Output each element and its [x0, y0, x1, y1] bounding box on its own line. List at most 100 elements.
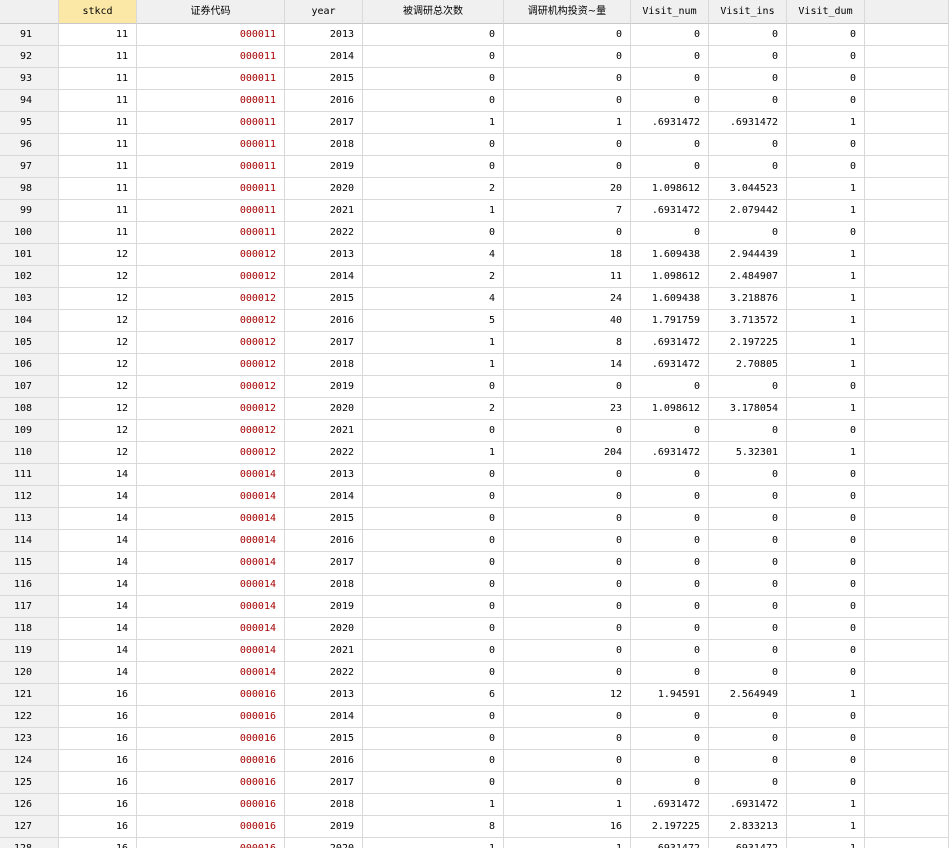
cell-visit-dum[interactable]: 1: [787, 684, 865, 706]
row-number[interactable]: 125: [0, 772, 59, 794]
cell-stkcd[interactable]: 16: [59, 816, 137, 838]
cell-visit-num[interactable]: 0: [631, 464, 709, 486]
cell-visit-ins[interactable]: 0: [709, 662, 787, 684]
cell-visit-ins[interactable]: 2.197225: [709, 332, 787, 354]
cell-year[interactable]: 2017: [285, 552, 363, 574]
cell-institution-count[interactable]: 0: [504, 376, 631, 398]
cell-visit-dum[interactable]: 1: [787, 310, 865, 332]
cell-stock-code[interactable]: 000014: [137, 574, 285, 596]
row-number[interactable]: 119: [0, 640, 59, 662]
cell-total-visits[interactable]: 1: [363, 794, 504, 816]
row-number[interactable]: 128: [0, 838, 59, 848]
cell-visit-ins[interactable]: 2.944439: [709, 244, 787, 266]
cell-visit-dum[interactable]: 1: [787, 816, 865, 838]
cell-year[interactable]: 2020: [285, 838, 363, 848]
cell-visit-num[interactable]: .6931472: [631, 442, 709, 464]
cell-visit-dum[interactable]: 0: [787, 552, 865, 574]
cell-year[interactable]: 2014: [285, 46, 363, 68]
cell-visit-ins[interactable]: .6931472: [709, 838, 787, 848]
cell-total-visits[interactable]: 0: [363, 486, 504, 508]
cell-visit-dum[interactable]: 0: [787, 420, 865, 442]
cell-stkcd[interactable]: 14: [59, 618, 137, 640]
cell-visit-num[interactable]: 2.197225: [631, 816, 709, 838]
row-number[interactable]: 123: [0, 728, 59, 750]
cell-stock-code[interactable]: 000011: [137, 222, 285, 244]
row-number[interactable]: 110: [0, 442, 59, 464]
row-number[interactable]: 113: [0, 508, 59, 530]
cell-total-visits[interactable]: 4: [363, 244, 504, 266]
column-header-visit-num[interactable]: Visit_num: [631, 0, 709, 24]
cell-stkcd[interactable]: 14: [59, 596, 137, 618]
cell-institution-count[interactable]: 0: [504, 552, 631, 574]
row-number[interactable]: 96: [0, 134, 59, 156]
cell-visit-num[interactable]: 0: [631, 662, 709, 684]
cell-stock-code[interactable]: 000014: [137, 640, 285, 662]
cell-institution-count[interactable]: 8: [504, 332, 631, 354]
cell-institution-count[interactable]: 1: [504, 794, 631, 816]
cell-stkcd[interactable]: 14: [59, 640, 137, 662]
cell-visit-dum[interactable]: 1: [787, 398, 865, 420]
row-number[interactable]: 118: [0, 618, 59, 640]
cell-stock-code[interactable]: 000011: [137, 156, 285, 178]
cell-year[interactable]: 2018: [285, 134, 363, 156]
cell-year[interactable]: 2016: [285, 310, 363, 332]
cell-year[interactable]: 2014: [285, 486, 363, 508]
cell-visit-ins[interactable]: 0: [709, 24, 787, 46]
row-number[interactable]: 115: [0, 552, 59, 574]
cell-visit-dum[interactable]: 0: [787, 574, 865, 596]
row-number[interactable]: 106: [0, 354, 59, 376]
cell-stock-code[interactable]: 000012: [137, 354, 285, 376]
cell-stock-code[interactable]: 000014: [137, 508, 285, 530]
cell-visit-dum[interactable]: 0: [787, 508, 865, 530]
row-number[interactable]: 93: [0, 68, 59, 90]
row-number[interactable]: 105: [0, 332, 59, 354]
cell-stkcd[interactable]: 16: [59, 750, 137, 772]
cell-stkcd[interactable]: 12: [59, 354, 137, 376]
row-number[interactable]: 127: [0, 816, 59, 838]
cell-total-visits[interactable]: 0: [363, 728, 504, 750]
cell-total-visits[interactable]: 0: [363, 750, 504, 772]
row-number[interactable]: 102: [0, 266, 59, 288]
cell-year[interactable]: 2021: [285, 420, 363, 442]
cell-stock-code[interactable]: 000016: [137, 794, 285, 816]
row-number[interactable]: 121: [0, 684, 59, 706]
cell-stock-code[interactable]: 000011: [137, 200, 285, 222]
cell-total-visits[interactable]: 0: [363, 24, 504, 46]
cell-year[interactable]: 2020: [285, 398, 363, 420]
column-header-visit-dum[interactable]: Visit_dum: [787, 0, 865, 24]
row-number[interactable]: 94: [0, 90, 59, 112]
cell-stkcd[interactable]: 14: [59, 508, 137, 530]
cell-institution-count[interactable]: 1: [504, 112, 631, 134]
cell-stock-code[interactable]: 000011: [137, 112, 285, 134]
cell-visit-dum[interactable]: 0: [787, 376, 865, 398]
cell-stkcd[interactable]: 16: [59, 772, 137, 794]
cell-institution-count[interactable]: 23: [504, 398, 631, 420]
row-number[interactable]: 108: [0, 398, 59, 420]
cell-year[interactable]: 2015: [285, 728, 363, 750]
cell-stock-code[interactable]: 000011: [137, 90, 285, 112]
cell-visit-ins[interactable]: 2.70805: [709, 354, 787, 376]
cell-institution-count[interactable]: 0: [504, 728, 631, 750]
cell-stock-code[interactable]: 000014: [137, 530, 285, 552]
cell-visit-ins[interactable]: 0: [709, 420, 787, 442]
cell-stkcd[interactable]: 12: [59, 442, 137, 464]
cell-visit-dum[interactable]: 0: [787, 596, 865, 618]
column-header-visit-ins[interactable]: Visit_ins: [709, 0, 787, 24]
cell-visit-dum[interactable]: 1: [787, 200, 865, 222]
row-number[interactable]: 114: [0, 530, 59, 552]
cell-visit-num[interactable]: 0: [631, 618, 709, 640]
cell-stock-code[interactable]: 000016: [137, 728, 285, 750]
cell-visit-num[interactable]: .6931472: [631, 332, 709, 354]
cell-stock-code[interactable]: 000011: [137, 46, 285, 68]
cell-visit-dum[interactable]: 0: [787, 222, 865, 244]
cell-stkcd[interactable]: 12: [59, 332, 137, 354]
cell-total-visits[interactable]: 5: [363, 310, 504, 332]
cell-visit-ins[interactable]: 0: [709, 376, 787, 398]
cell-total-visits[interactable]: 0: [363, 464, 504, 486]
cell-total-visits[interactable]: 2: [363, 266, 504, 288]
cell-visit-num[interactable]: 0: [631, 596, 709, 618]
cell-year[interactable]: 2015: [285, 68, 363, 90]
row-number[interactable]: 120: [0, 662, 59, 684]
cell-year[interactable]: 2021: [285, 200, 363, 222]
cell-stock-code[interactable]: 000012: [137, 376, 285, 398]
